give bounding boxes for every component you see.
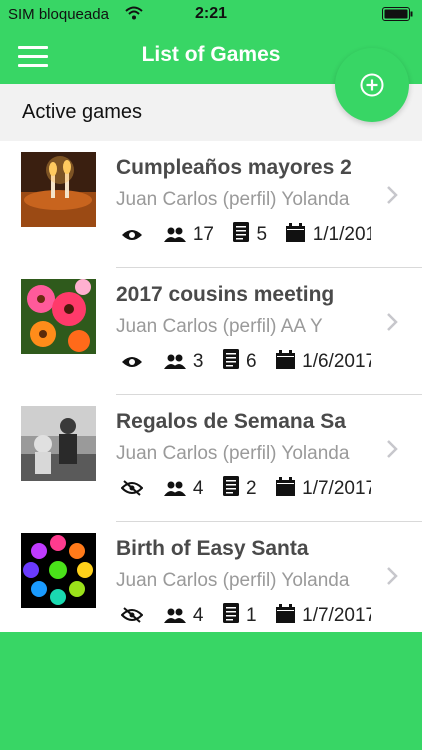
items-count: 5 — [256, 224, 268, 245]
add-game-button[interactable] — [335, 48, 409, 122]
game-row[interactable]: Birth of Easy Santa Juan Carlos (perfil)… — [0, 522, 422, 632]
members-count: 3 — [192, 351, 204, 372]
game-meta: 17 5 1/1/2017 1:00 — [121, 222, 371, 246]
eye-icon — [122, 357, 142, 367]
game-players: Juan Carlos (perfil) Yolanda — [116, 570, 350, 591]
game-thumbnail — [21, 152, 96, 227]
eye-icon — [122, 230, 142, 240]
list-icon — [222, 476, 239, 496]
list-icon — [233, 222, 250, 242]
calendar-icon — [275, 350, 295, 369]
status-time: 2:21 — [194, 5, 228, 22]
group-icon — [163, 354, 186, 369]
calendar-icon — [275, 604, 295, 623]
items-count: 1 — [245, 605, 257, 626]
game-row[interactable]: Cumpleaños mayores 2 Juan Carlos (perfil… — [0, 141, 422, 268]
game-date: 1/7/2017 12 — [302, 605, 371, 626]
chevron-right-icon — [387, 186, 398, 204]
game-players: Juan Carlos (perfil) AA Y — [116, 316, 323, 337]
game-date: 1/7/2017 12 — [302, 478, 371, 499]
group-icon — [163, 481, 186, 496]
members-count: 4 — [192, 605, 204, 626]
game-thumbnail — [21, 279, 96, 354]
game-date: 1/1/2017 1:00 — [312, 224, 371, 245]
members-count: 4 — [192, 478, 204, 499]
status-bar: SIM bloqueada 2:21 — [0, 0, 422, 28]
chevron-right-icon — [387, 567, 398, 585]
game-date: 1/6/2017 7: — [302, 351, 371, 372]
game-row[interactable]: Regalos de Semana Sa Juan Carlos (perfil… — [0, 395, 422, 522]
members-count: 17 — [192, 224, 214, 245]
items-count: 2 — [245, 478, 257, 499]
game-meta: 4 1 1/7/2017 12 — [121, 603, 371, 627]
list-icon — [222, 349, 239, 369]
calendar-icon — [275, 477, 295, 496]
game-title: Cumpleaños mayores 2 — [116, 156, 352, 179]
group-icon — [163, 227, 186, 242]
list-icon — [222, 603, 239, 623]
game-meta: 3 6 1/6/2017 7: — [121, 349, 371, 373]
chevron-right-icon — [387, 313, 398, 331]
game-thumbnail — [21, 533, 96, 608]
group-icon — [163, 608, 186, 623]
game-players: Juan Carlos (perfil) Yolanda — [116, 443, 350, 464]
game-players: Juan Carlos (perfil) Yolanda — [116, 189, 350, 210]
battery-icon — [382, 7, 413, 21]
game-thumbnail — [21, 406, 96, 481]
game-row[interactable]: 2017 cousins meeting Juan Carlos (perfil… — [0, 268, 422, 395]
eye-slash-icon — [121, 607, 143, 623]
game-title: Regalos de Semana Sa — [116, 410, 346, 433]
chevron-right-icon — [387, 440, 398, 458]
game-meta: 4 2 1/7/2017 12 — [121, 476, 371, 500]
games-list: Active games Cumpleaños mayores 2 Juan C… — [0, 84, 422, 632]
plus-circle-icon — [360, 73, 384, 97]
calendar-icon — [286, 223, 306, 242]
items-count: 6 — [245, 351, 257, 372]
eye-slash-icon — [121, 480, 143, 496]
game-title: 2017 cousins meeting — [116, 283, 335, 306]
game-title: Birth of Easy Santa — [116, 537, 309, 560]
